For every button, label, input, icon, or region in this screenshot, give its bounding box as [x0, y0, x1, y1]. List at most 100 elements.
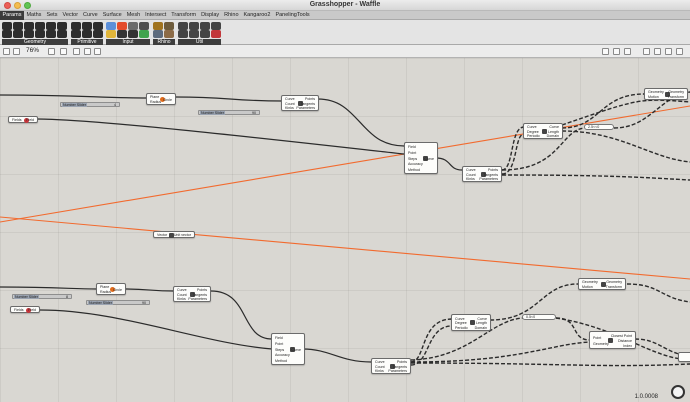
mesh-quality-icon[interactable] — [654, 48, 661, 55]
canvas-options-icon[interactable] — [676, 48, 683, 55]
vector-input[interactable]: Vector — [157, 233, 167, 238]
timer-icon[interactable] — [211, 30, 221, 38]
steps-input[interactable]: Steps — [408, 157, 423, 162]
divide-curve-component[interactable]: Curve Count Kinks Points Tangents Parame… — [173, 286, 211, 302]
fields-input[interactable]: Fields — [14, 308, 24, 313]
circle-component[interactable]: Plane Radius Circle — [146, 93, 176, 105]
save-document-icon[interactable] — [13, 48, 20, 55]
wireframe-preview-icon[interactable] — [602, 48, 609, 55]
grasshopper-canvas[interactable]: Plane Radius Circle Number Slider 4 Fiel… — [0, 58, 690, 402]
radius-input[interactable]: Radius — [150, 100, 161, 105]
field-input[interactable]: Field — [275, 336, 290, 341]
periodic-input[interactable]: Periodic — [455, 326, 468, 331]
kinks-input[interactable]: Kinks — [466, 177, 476, 182]
radius-input[interactable]: Radius — [100, 290, 111, 295]
accuracy-input[interactable]: Accuracy — [275, 354, 290, 358]
reparameterize-component[interactable]: Curve Degree Periodic Curve Length Domai… — [523, 123, 563, 139]
canvas-navigation-icon[interactable] — [671, 385, 685, 399]
tab-curve[interactable]: Curve — [81, 11, 101, 20]
divide-curve-component[interactable]: Curve Count Kinks Points Tangents Parame… — [371, 358, 411, 374]
tab-sets[interactable]: Sets — [44, 11, 60, 20]
field-line-component[interactable]: Field Point Steps Accuracy Method Curve — [271, 333, 305, 365]
number-slider[interactable]: Number Slider 4 — [60, 102, 120, 107]
field-container[interactable]: Fields Field — [8, 116, 38, 123]
fitness-icon[interactable] — [189, 30, 199, 38]
point-input[interactable]: Point — [275, 342, 290, 347]
kinks-input[interactable]: Kinks — [375, 369, 385, 374]
tab-rhino[interactable]: Rhino — [222, 11, 241, 20]
point-input[interactable]: Point — [593, 336, 609, 341]
plane-param-icon[interactable] — [35, 22, 45, 30]
unit-vector-output[interactable]: Unit vector — [174, 233, 191, 238]
tab-vector[interactable]: Vector — [60, 11, 81, 20]
md-slider-icon[interactable] — [139, 30, 149, 38]
selected-preview-icon[interactable] — [624, 48, 631, 55]
geometry-param-icon[interactable] — [2, 22, 12, 30]
motion-input[interactable]: Motion — [582, 285, 598, 290]
divide-curve-component[interactable]: Curve Count Kinks Points Tangents Parame… — [462, 166, 502, 182]
offscreen-component[interactable] — [678, 352, 690, 362]
parameters-output[interactable]: Parameters — [188, 297, 207, 302]
distance-output[interactable]: Distance — [611, 339, 632, 344]
value-panel[interactable]: 0.5<0 — [522, 314, 556, 320]
tab-maths[interactable]: Maths — [24, 11, 44, 20]
circle-output[interactable]: Circle — [163, 98, 172, 103]
field-output[interactable]: Field — [26, 118, 34, 123]
box-param-icon[interactable] — [2, 30, 12, 38]
curve-output[interactable]: Curve — [424, 157, 434, 162]
boolean-param-icon[interactable] — [71, 22, 81, 30]
arc-param-icon[interactable] — [57, 30, 67, 38]
cluster-icon[interactable] — [211, 22, 221, 30]
value-list-icon[interactable] — [128, 30, 138, 38]
mesh-param-icon[interactable] — [57, 22, 67, 30]
parameters-output[interactable]: Parameters — [388, 369, 407, 374]
preview-eye-icon[interactable] — [73, 48, 80, 55]
tab-intersect[interactable]: Intersect — [143, 11, 169, 20]
method-input[interactable]: Method — [408, 169, 423, 173]
point-param-icon[interactable] — [24, 22, 34, 30]
number-slider[interactable]: Number Slider 8 — [12, 294, 72, 299]
field-output[interactable]: Field — [28, 308, 36, 313]
number-slider[interactable]: Number Slider 90 — [86, 300, 150, 305]
preview-display-icon[interactable] — [94, 48, 101, 55]
tab-panelingtools[interactable]: PanelingTools — [273, 11, 312, 20]
curve-param-icon[interactable] — [13, 22, 23, 30]
tab-params[interactable]: Params — [0, 10, 24, 20]
rhino-object-icon[interactable] — [164, 22, 174, 30]
button-icon[interactable] — [106, 30, 116, 38]
integer-param-icon[interactable] — [82, 22, 92, 30]
field-param-icon[interactable] — [24, 30, 34, 38]
gradient-icon[interactable] — [117, 22, 127, 30]
zoom-level[interactable]: 76% — [26, 47, 39, 54]
tab-transform[interactable]: Transform — [169, 11, 199, 20]
new-document-icon[interactable] — [3, 48, 10, 55]
geometry-input[interactable]: Geometry — [593, 342, 609, 347]
graph-mapper-icon[interactable] — [128, 22, 138, 30]
domain-output[interactable]: Domain — [475, 326, 487, 331]
reparameterize-component[interactable]: Curve Degree Periodic Curve Length Domai… — [451, 314, 491, 331]
slider-icon[interactable] — [139, 22, 149, 30]
rhino-bake-icon[interactable] — [164, 30, 174, 38]
shaded-preview-icon[interactable] — [613, 48, 620, 55]
panel-icon[interactable] — [106, 22, 116, 30]
tab-kangaroo2[interactable]: Kangaroo2 — [241, 11, 273, 20]
rhino-layer-icon[interactable] — [153, 22, 163, 30]
field-line-component[interactable]: Field Point Steps Accuracy Method Curve — [404, 142, 438, 174]
colour-param-icon[interactable] — [82, 30, 92, 38]
transform-output[interactable]: Transform — [606, 285, 622, 290]
closest-point-component[interactable]: Point Geometry Closest Point Distance In… — [589, 331, 636, 349]
galapagos-icon[interactable] — [200, 30, 210, 38]
field-container[interactable]: Fields Field — [10, 306, 40, 313]
fields-input[interactable]: Fields — [12, 118, 22, 123]
circle-param-icon[interactable] — [46, 30, 56, 38]
steps-input[interactable]: Steps — [275, 348, 290, 353]
motion-input[interactable]: Motion — [648, 95, 664, 100]
data-recorder-icon[interactable] — [178, 30, 188, 38]
point-input[interactable]: Point — [408, 151, 423, 156]
method-input[interactable]: Method — [275, 360, 290, 364]
parameters-output[interactable]: Parameters — [479, 177, 498, 182]
display-mode-icon[interactable] — [643, 48, 650, 55]
circle-output[interactable]: Circle — [113, 288, 122, 293]
preview-mode-icon[interactable] — [84, 48, 91, 55]
brep-param-icon[interactable] — [13, 30, 23, 38]
